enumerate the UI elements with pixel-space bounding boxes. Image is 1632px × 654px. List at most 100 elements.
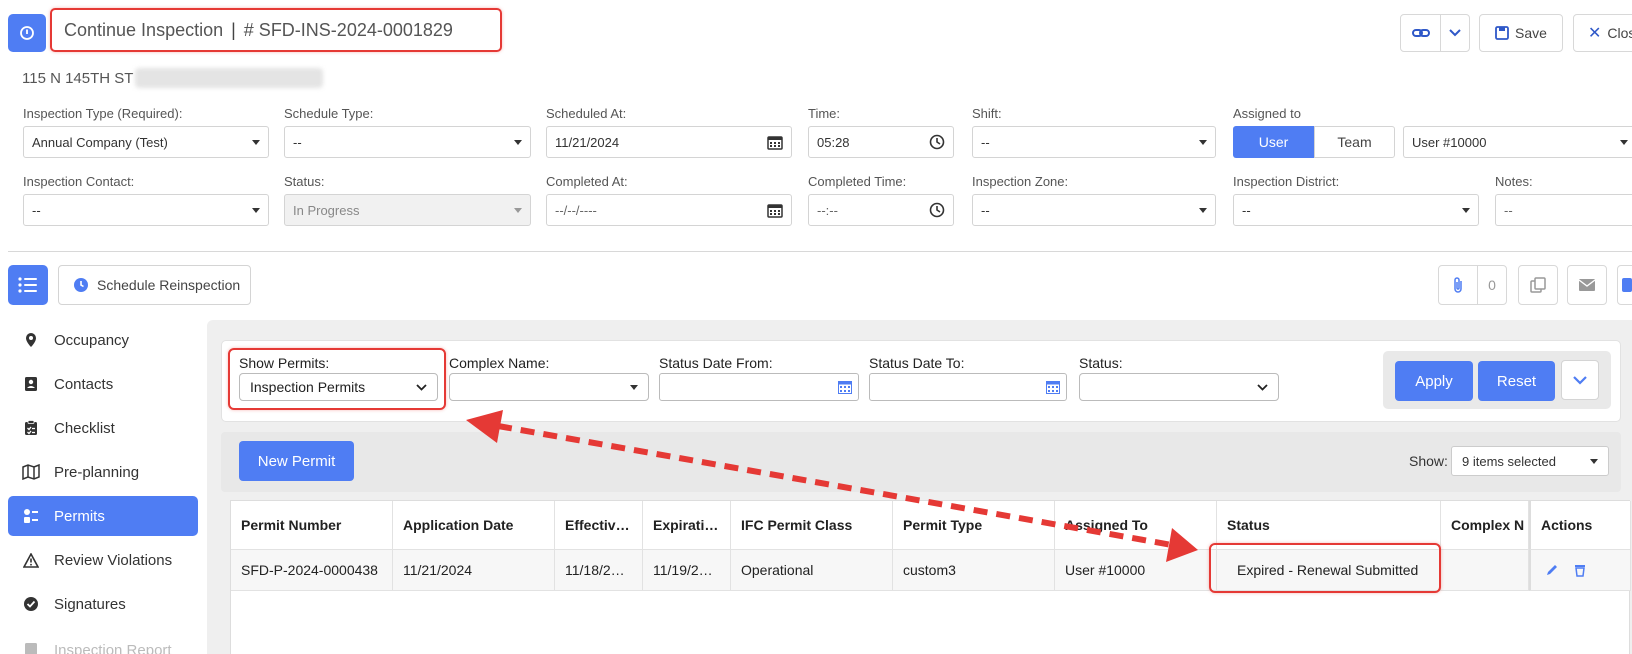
sidebar-item-contacts[interactable]: Contacts [8,364,198,404]
chevron-down-icon [1257,383,1268,391]
caret-down-icon [1462,207,1470,213]
column-header[interactable]: IFC Permit Class [731,501,893,549]
sidebar-item-occupancy[interactable]: Occupancy [8,320,198,360]
close-button[interactable]: ✕ Clos [1573,14,1632,52]
title-separator: | [231,19,236,40]
completed-at-input[interactable]: --/--/---- [546,194,792,226]
completed-at-value: --/--/---- [555,202,597,218]
complex-name-select[interactable] [449,373,649,401]
sidebar-item-review-violations[interactable]: Review Violations [8,540,198,580]
sidebar-item-label: Review Violations [54,551,173,569]
column-header[interactable]: Effectiv… [555,501,643,549]
email-button[interactable] [1567,265,1607,305]
caret-down-icon [252,207,260,213]
status-select: In Progress [284,194,531,226]
sidebar-item-pre-planning[interactable]: Pre-planning [8,452,198,492]
envelope-icon [1578,279,1596,291]
pencil-icon[interactable] [1545,563,1559,577]
document-icon [22,642,40,654]
sidebar-item-inspection-report[interactable]: Inspection Report [8,628,198,654]
assign-team-tab[interactable]: Team [1314,126,1395,158]
copy-link-button[interactable] [1400,14,1441,52]
inspection-contact-label: Inspection Contact: [23,174,135,189]
time-input[interactable]: 05:28 [808,126,954,158]
row-actions [1529,549,1631,591]
table-cell: 11/19/2… [643,549,731,591]
address-text: 115 N 145TH ST [22,69,134,87]
caret-down-icon [630,384,638,390]
warning-icon [22,552,40,568]
redacted-area [135,68,324,88]
calendar-icon [767,203,783,218]
caret-down-icon [1620,139,1628,145]
clipboard-check-icon [22,420,40,436]
assigned-user-select[interactable]: User #10000 [1403,126,1632,158]
filter-status-select[interactable] [1079,373,1279,401]
inspection-zone-select[interactable]: -- [972,194,1216,226]
schedule-reinspection-button[interactable]: Schedule Reinspection [58,265,251,305]
schedule-reinspection-label: Schedule Reinspection [97,277,241,293]
save-icon [1495,26,1509,40]
notes-input[interactable]: -- [1495,194,1632,226]
schedule-type-label: Schedule Type: [284,106,374,121]
section-divider [8,251,1632,252]
new-permit-button[interactable]: New Permit [239,441,354,481]
inspection-district-select[interactable]: -- [1233,194,1479,226]
schedule-type-value: -- [293,134,302,150]
shift-select[interactable]: -- [972,126,1216,158]
trash-icon[interactable] [1573,563,1587,577]
show-columns-value: 9 items selected [1462,453,1556,469]
completed-time-input[interactable]: --:-- [808,194,954,226]
assign-user-tab[interactable]: User [1233,126,1314,158]
status-date-from-input[interactable] [659,373,859,401]
show-columns-select[interactable]: 9 items selected [1451,446,1609,476]
attachments-count: 0 [1477,265,1507,305]
scheduled-at-value: 11/21/2024 [555,134,620,150]
notes-label: Notes: [1495,174,1533,189]
scheduled-at-input[interactable]: 11/21/2024 [546,126,792,158]
inspection-zone-value: -- [981,202,990,218]
calendar-icon [1046,381,1060,394]
reset-button[interactable]: Reset [1478,361,1555,401]
sidebar-item-signatures[interactable]: Signatures [8,584,198,624]
column-header[interactable]: Assigned To [1055,501,1217,549]
apply-button[interactable]: Apply [1395,361,1473,401]
link-options-dropdown[interactable] [1440,14,1470,52]
sidebar-item-label: Pre-planning [54,463,140,481]
column-header[interactable]: Status [1217,501,1441,549]
app-logo-button[interactable] [8,14,46,52]
caret-down-icon [1199,139,1207,145]
caret-down-icon [514,139,522,145]
save-label: Save [1515,25,1547,41]
inspection-district-label: Inspection District: [1233,174,1340,189]
complex-name-label: Complex Name: [449,355,550,371]
inspection-contact-select[interactable]: -- [23,194,269,226]
expand-filters-button[interactable] [1561,360,1599,400]
toggle-sidebar-button[interactable] [8,265,48,305]
column-header[interactable]: Permit Number [231,501,393,549]
column-header[interactable]: Permit Type [893,501,1055,549]
inspection-type-select[interactable]: Annual Company (Test) [23,126,269,158]
assigned-to-label: Assigned to [1233,106,1301,121]
column-header[interactable]: Complex N [1441,501,1529,549]
more-actions-button[interactable] [1617,265,1632,305]
completed-time-value: --:-- [817,202,838,218]
duplicate-button[interactable] [1518,265,1558,305]
schedule-type-select[interactable]: -- [284,126,531,158]
chevron-down-icon [1449,29,1461,37]
sidebar-item-label: Permits [54,507,105,525]
status-date-to-input[interactable] [869,373,1067,401]
column-header[interactable]: Application Date [393,501,555,549]
inspection-zone-label: Inspection Zone: [972,174,1069,189]
attachments-button[interactable] [1438,265,1478,305]
table-cell: User #10000 [1055,549,1217,591]
sidebar-item-label: Checklist [54,419,115,437]
sidebar-item-label: Inspection Report [54,642,172,654]
page-title: Continue Inspection | # SFD-INS-2024-000… [50,8,502,52]
shift-label: Shift: [972,106,1002,121]
save-button[interactable]: Save [1479,14,1563,52]
highlight-show-permits [228,348,446,410]
sidebar-item-permits[interactable]: Permits [8,496,198,536]
column-header[interactable]: Expirati… [643,501,731,549]
sidebar-item-checklist[interactable]: Checklist [8,408,198,448]
